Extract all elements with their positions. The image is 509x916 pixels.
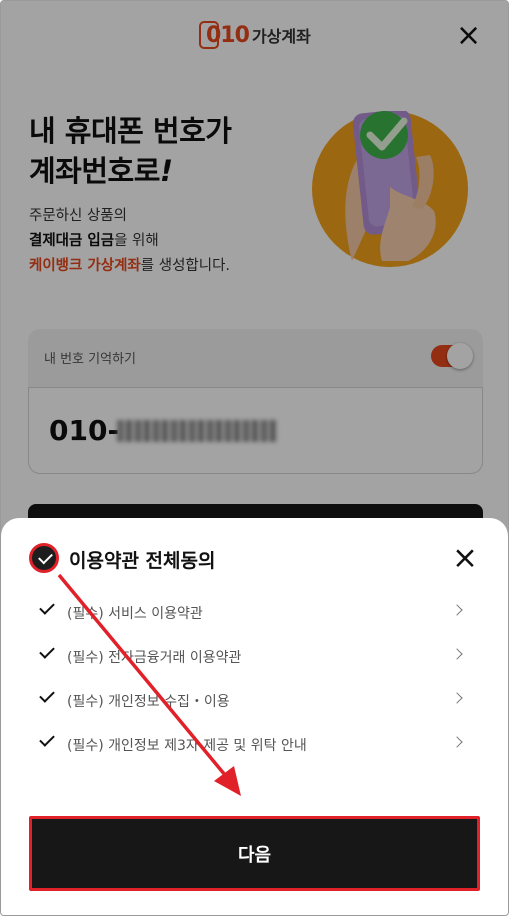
chevron-right-icon[interactable] [451, 692, 463, 704]
chevron-right-icon[interactable] [451, 648, 463, 660]
terms-item-electronic-finance[interactable]: (필수) 전자금융거래 이용약관 [1, 633, 508, 677]
terms-item-label: (필수) 개인정보 수집・이용 [67, 694, 230, 710]
terms-bottom-sheet: 이용약관 전체동의 × (필수) 서비스 이용약관 (필수) 전자금융거래 이용… [1, 518, 508, 915]
sheet-close-icon[interactable]: × [452, 543, 478, 574]
chevron-right-icon[interactable] [451, 604, 463, 616]
all-agree-label[interactable]: 이용약관 전체동의 [69, 546, 215, 573]
check-icon [38, 549, 53, 565]
terms-list: (필수) 서비스 이용약관 (필수) 전자금융거래 이용약관 (필수) 개인정보… [1, 589, 508, 765]
terms-item-label: (필수) 서비스 이용약관 [67, 606, 203, 622]
check-icon[interactable] [39, 643, 55, 659]
all-agree-checkbox[interactable] [29, 543, 59, 573]
terms-item-label: (필수) 개인정보 제3자 제공 및 위탁 안내 [67, 738, 307, 754]
app-frame: 010 가상계좌 × 내 휴대폰 번호가 계좌번호로! 주문하신 상품의 결제대… [0, 0, 509, 916]
check-icon[interactable] [39, 687, 55, 703]
check-icon[interactable] [39, 599, 55, 615]
terms-item-third-party[interactable]: (필수) 개인정보 제3자 제공 및 위탁 안내 [1, 721, 508, 765]
terms-item-service[interactable]: (필수) 서비스 이용약관 [1, 589, 508, 633]
terms-item-privacy-collection[interactable]: (필수) 개인정보 수집・이용 [1, 677, 508, 721]
next-button[interactable]: 다음 [29, 816, 480, 891]
chevron-right-icon[interactable] [451, 736, 463, 748]
terms-item-label: (필수) 전자금융거래 이용약관 [67, 650, 242, 666]
check-icon[interactable] [39, 731, 55, 747]
